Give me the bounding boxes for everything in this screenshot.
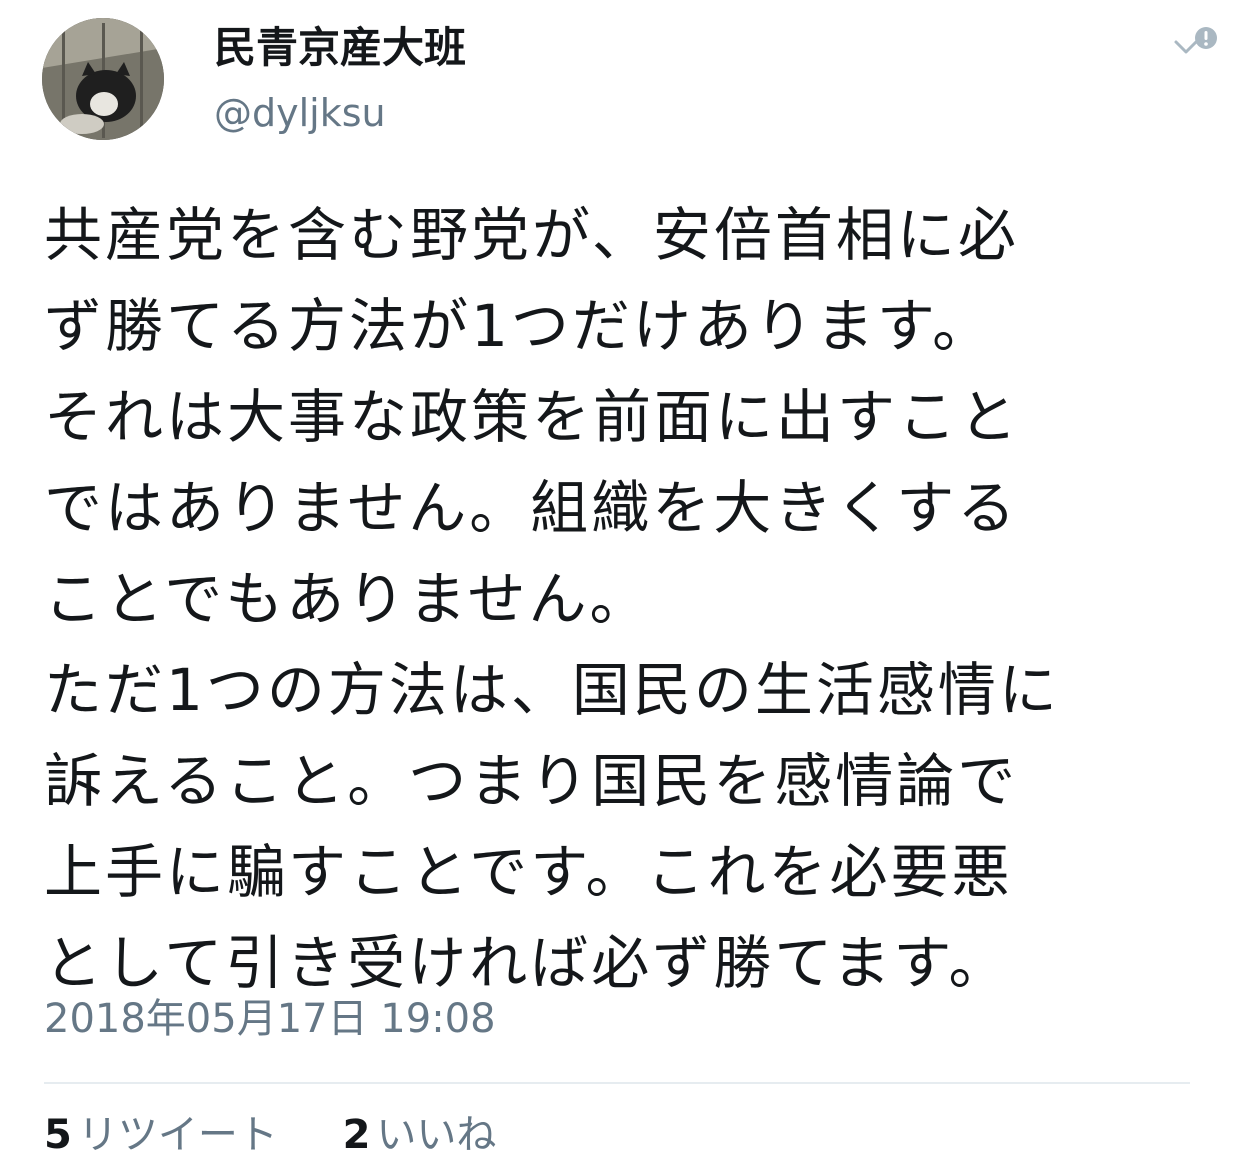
retweets-count: 5 bbox=[44, 1112, 72, 1158]
cat-photo-avatar bbox=[42, 18, 164, 140]
user-avatar[interactable] bbox=[42, 18, 164, 140]
tweet-text: 共産党を含む野党が、安倍首相に必 ず勝てる方法が1つだけあります。 それは大事な… bbox=[44, 190, 1214, 1009]
likes-label: いいね bbox=[376, 1112, 497, 1158]
retweets-stat[interactable]: 5 リツイート bbox=[44, 1110, 278, 1160]
tweet-text-line: ことでもありません。 bbox=[44, 565, 651, 633]
tweet-text-line: 訴えること。つまり国民を感情論で bbox=[44, 747, 1019, 815]
tweet-text-line: 共産党を含む野党が、安倍首相に必 bbox=[44, 201, 1019, 269]
likes-stat[interactable]: 2 いいね bbox=[343, 1110, 497, 1160]
divider bbox=[44, 1082, 1190, 1084]
user-display-name[interactable]: 民青京産大班 bbox=[214, 22, 466, 74]
tweet-text-line: ではありません。組織を大きくする bbox=[44, 474, 1019, 542]
tweet-card: 民青京産大班 @dyljksu 共産党を含む野党が、安倍首相に必 ず勝てる方法が… bbox=[0, 0, 1242, 1162]
tweet-text-line: それは大事な政策を前面に出すこと bbox=[44, 383, 1021, 451]
tweet-text-line: ず勝てる方法が1つだけあります。 bbox=[44, 292, 994, 360]
chevron-down-icon[interactable] bbox=[1170, 24, 1222, 64]
tweet-text-line: ただ1つの方法は、国民の生活感情に bbox=[44, 656, 1060, 724]
tweet-timestamp[interactable]: 2018年05月17日 19:08 bbox=[44, 994, 496, 1044]
likes-count: 2 bbox=[342, 1112, 371, 1158]
retweets-label: リツイート bbox=[77, 1112, 278, 1158]
user-handle[interactable]: @dyljksu bbox=[214, 90, 386, 136]
tweet-text-line: 上手に騙すことです。これを必要悪 bbox=[44, 838, 1013, 906]
tweet-stats: 5 リツイート 2 いいね bbox=[44, 1110, 548, 1160]
